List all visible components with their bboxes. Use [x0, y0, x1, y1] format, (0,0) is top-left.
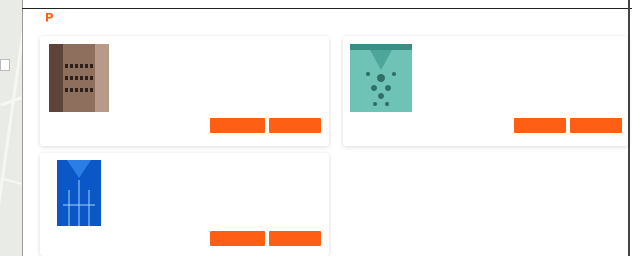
top-divider — [22, 8, 632, 9]
brand-logo[interactable] — [44, 12, 57, 22]
add-to-cart-button[interactable] — [570, 118, 622, 133]
map-panel[interactable] — [0, 0, 23, 256]
logo-icon — [46, 13, 53, 22]
right-divider — [628, 0, 630, 256]
product-image[interactable] — [350, 44, 412, 112]
primary-button[interactable] — [210, 231, 265, 246]
product-image[interactable] — [49, 44, 109, 112]
primary-button[interactable] — [514, 118, 566, 133]
product-card[interactable] — [40, 36, 329, 146]
product-image[interactable] — [49, 160, 109, 226]
product-card[interactable] — [343, 36, 628, 146]
map-zoom-control[interactable] — [0, 59, 10, 71]
add-to-cart-button[interactable] — [269, 231, 321, 246]
add-to-cart-button[interactable] — [269, 118, 321, 133]
primary-button[interactable] — [210, 118, 265, 133]
product-card[interactable] — [40, 153, 329, 256]
